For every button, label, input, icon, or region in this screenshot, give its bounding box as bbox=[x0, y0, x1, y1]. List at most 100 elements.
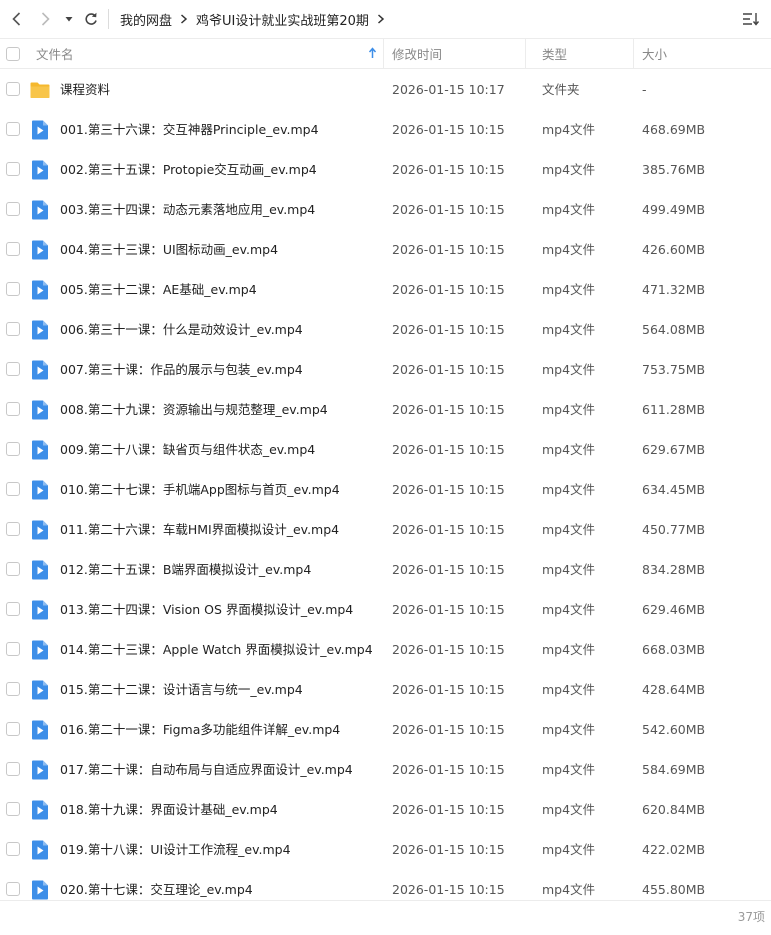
file-size: 629.46MB bbox=[642, 602, 706, 617]
file-type: mp4文件 bbox=[542, 802, 596, 817]
file-modified-time: 2026-01-15 10:17 bbox=[392, 82, 505, 97]
file-type: mp4文件 bbox=[542, 322, 596, 337]
file-row[interactable]: 005.第三十二课：AE基础_ev.mp4 2026-01-15 10:15 mp4… bbox=[0, 270, 771, 310]
select-all-checkbox[interactable] bbox=[6, 47, 20, 61]
file-row[interactable]: 009.第二十八课：缺省页与组件状态_ev.mp4 2026-01-15 10:1… bbox=[0, 430, 771, 470]
video-file-icon bbox=[30, 520, 50, 540]
row-checkbox[interactable] bbox=[6, 882, 20, 896]
row-checkbox[interactable] bbox=[6, 162, 20, 176]
breadcrumb-item-root[interactable]: 我的网盘 bbox=[120, 10, 172, 29]
row-checkbox[interactable] bbox=[6, 442, 20, 456]
row-checkbox[interactable] bbox=[6, 682, 20, 696]
column-header-time[interactable]: 修改时间 bbox=[384, 39, 526, 68]
file-size: 428.64MB bbox=[642, 682, 706, 697]
file-name: 011.第二十六课：车载HMI界面模拟设计_ev.mp4 bbox=[60, 522, 340, 537]
file-size: 426.60MB bbox=[642, 242, 706, 257]
file-row[interactable]: 015.第二十二课：设计语言与统一_ev.mp4 2026-01-15 10:15… bbox=[0, 670, 771, 710]
file-name: 018.第十九课：界面设计基础_ev.mp4 bbox=[60, 802, 278, 817]
file-row[interactable]: 006.第三十一课：什么是动效设计_ev.mp4 2026-01-15 10:15… bbox=[0, 310, 771, 350]
chevron-right-icon bbox=[180, 14, 188, 24]
file-name: 004.第三十三课：UI图标动画_ev.mp4 bbox=[60, 242, 279, 257]
file-type: mp4文件 bbox=[542, 842, 596, 857]
chevron-left-icon[interactable] bbox=[4, 6, 30, 32]
file-name: 课程资料 bbox=[60, 82, 111, 97]
chevron-right-icon[interactable] bbox=[32, 6, 58, 32]
file-row[interactable]: 018.第十九课：界面设计基础_ev.mp4 2026-01-15 10:15 mp… bbox=[0, 790, 771, 830]
column-header-type-label: 类型 bbox=[542, 47, 568, 62]
file-row[interactable]: 019.第十八课：UI设计工作流程_ev.mp4 2026-01-15 10:15… bbox=[0, 830, 771, 870]
file-name: 005.第三十二课：AE基础_ev.mp4 bbox=[60, 282, 257, 297]
file-modified-time: 2026-01-15 10:15 bbox=[392, 802, 505, 817]
video-file-icon bbox=[30, 160, 50, 180]
file-type: mp4文件 bbox=[542, 682, 596, 697]
toolbar-divider bbox=[108, 9, 109, 29]
file-row[interactable]: 017.第二十课：自动布局与自适应界面设计_ev.mp4 2026-01-15 1… bbox=[0, 750, 771, 790]
row-checkbox[interactable] bbox=[6, 202, 20, 216]
file-row[interactable]: 002.第三十五课：Protopie交互动画_ev.mp4 2026-01-15 … bbox=[0, 150, 771, 190]
video-file-icon bbox=[30, 880, 50, 900]
item-count: 37项 bbox=[737, 910, 765, 924]
file-row[interactable]: 008.第二十九课：资源输出与规范整理_ev.mp4 2026-01-15 10:… bbox=[0, 390, 771, 430]
video-file-icon bbox=[30, 480, 50, 500]
top-toolbar: 我的网盘 鸡爷UI设计就业实战班第20期 bbox=[0, 0, 771, 38]
row-checkbox[interactable] bbox=[6, 362, 20, 376]
row-checkbox[interactable] bbox=[6, 562, 20, 576]
file-row[interactable]: 课程资料 2026-01-15 10:17 文件夹 - bbox=[0, 70, 771, 110]
row-checkbox[interactable] bbox=[6, 82, 20, 96]
file-type: mp4文件 bbox=[542, 722, 596, 737]
row-checkbox[interactable] bbox=[6, 762, 20, 776]
file-size: 611.28MB bbox=[642, 402, 706, 417]
file-size: - bbox=[642, 82, 647, 97]
row-checkbox[interactable] bbox=[6, 122, 20, 136]
file-size: 834.28MB bbox=[642, 562, 706, 577]
file-row[interactable]: 011.第二十六课：车载HMI界面模拟设计_ev.mp4 2026-01-15 1… bbox=[0, 510, 771, 550]
caret-down-icon[interactable] bbox=[60, 6, 78, 32]
file-row[interactable]: 004.第三十三课：UI图标动画_ev.mp4 2026-01-15 10:15 m… bbox=[0, 230, 771, 270]
row-checkbox[interactable] bbox=[6, 482, 20, 496]
row-checkbox[interactable] bbox=[6, 282, 20, 296]
breadcrumb-item-current[interactable]: 鸡爷UI设计就业实战班第20期 bbox=[196, 10, 369, 29]
row-checkbox[interactable] bbox=[6, 402, 20, 416]
file-size: 620.84MB bbox=[642, 802, 706, 817]
file-modified-time: 2026-01-15 10:15 bbox=[392, 122, 505, 137]
column-header-size[interactable]: 大小 bbox=[634, 39, 744, 68]
file-type: mp4文件 bbox=[542, 522, 596, 537]
row-checkbox[interactable] bbox=[6, 602, 20, 616]
file-row[interactable]: 003.第三十四课：动态元素落地应用_ev.mp4 2026-01-15 10:1… bbox=[0, 190, 771, 230]
file-size: 499.49MB bbox=[642, 202, 706, 217]
video-file-icon bbox=[30, 360, 50, 380]
file-type: 文件夹 bbox=[542, 82, 580, 97]
row-checkbox[interactable] bbox=[6, 322, 20, 336]
file-modified-time: 2026-01-15 10:15 bbox=[392, 602, 505, 617]
row-checkbox[interactable] bbox=[6, 642, 20, 656]
file-row[interactable]: 012.第二十五课：B端界面模拟设计_ev.mp4 2026-01-15 10:1… bbox=[0, 550, 771, 590]
row-checkbox[interactable] bbox=[6, 722, 20, 736]
chevron-right-icon[interactable] bbox=[377, 14, 385, 24]
file-name: 009.第二十八课：缺省页与组件状态_ev.mp4 bbox=[60, 442, 316, 457]
row-checkbox[interactable] bbox=[6, 802, 20, 816]
file-row[interactable]: 014.第二十三课：Apple Watch 界面模拟设计_ev.mp4 2026-… bbox=[0, 630, 771, 670]
file-row[interactable]: 001.第三十六课：交互神器Principle_ev.mp4 2026-01-15… bbox=[0, 110, 771, 150]
video-file-icon bbox=[30, 240, 50, 260]
file-name: 019.第十八课：UI设计工作流程_ev.mp4 bbox=[60, 842, 291, 857]
column-header-type[interactable]: 类型 bbox=[534, 39, 634, 68]
file-type: mp4文件 bbox=[542, 482, 596, 497]
video-file-icon bbox=[30, 400, 50, 420]
file-modified-time: 2026-01-15 10:15 bbox=[392, 322, 505, 337]
sort-ascending-icon bbox=[368, 47, 377, 62]
file-row[interactable]: 016.第二十一课：Figma多功能组件详解_ev.mp4 2026-01-15 … bbox=[0, 710, 771, 750]
file-row[interactable]: 013.第二十四课：Vision OS 界面模拟设计_ev.mp4 2026-01… bbox=[0, 590, 771, 630]
file-row[interactable]: 007.第三十课：作品的展示与包装_ev.mp4 2026-01-15 10:15… bbox=[0, 350, 771, 390]
row-checkbox[interactable] bbox=[6, 522, 20, 536]
file-size: 422.02MB bbox=[642, 842, 706, 857]
column-header-name[interactable]: 文件名 bbox=[36, 39, 384, 68]
file-type: mp4文件 bbox=[542, 562, 596, 577]
row-checkbox[interactable] bbox=[6, 842, 20, 856]
file-modified-time: 2026-01-15 10:15 bbox=[392, 402, 505, 417]
file-modified-time: 2026-01-15 10:15 bbox=[392, 442, 505, 457]
sort-list-icon[interactable] bbox=[739, 8, 763, 30]
file-size: 634.45MB bbox=[642, 482, 706, 497]
row-checkbox[interactable] bbox=[6, 242, 20, 256]
refresh-icon[interactable] bbox=[78, 6, 104, 32]
file-row[interactable]: 010.第二十七课：手机端App图标与首页_ev.mp4 2026-01-15 1… bbox=[0, 470, 771, 510]
